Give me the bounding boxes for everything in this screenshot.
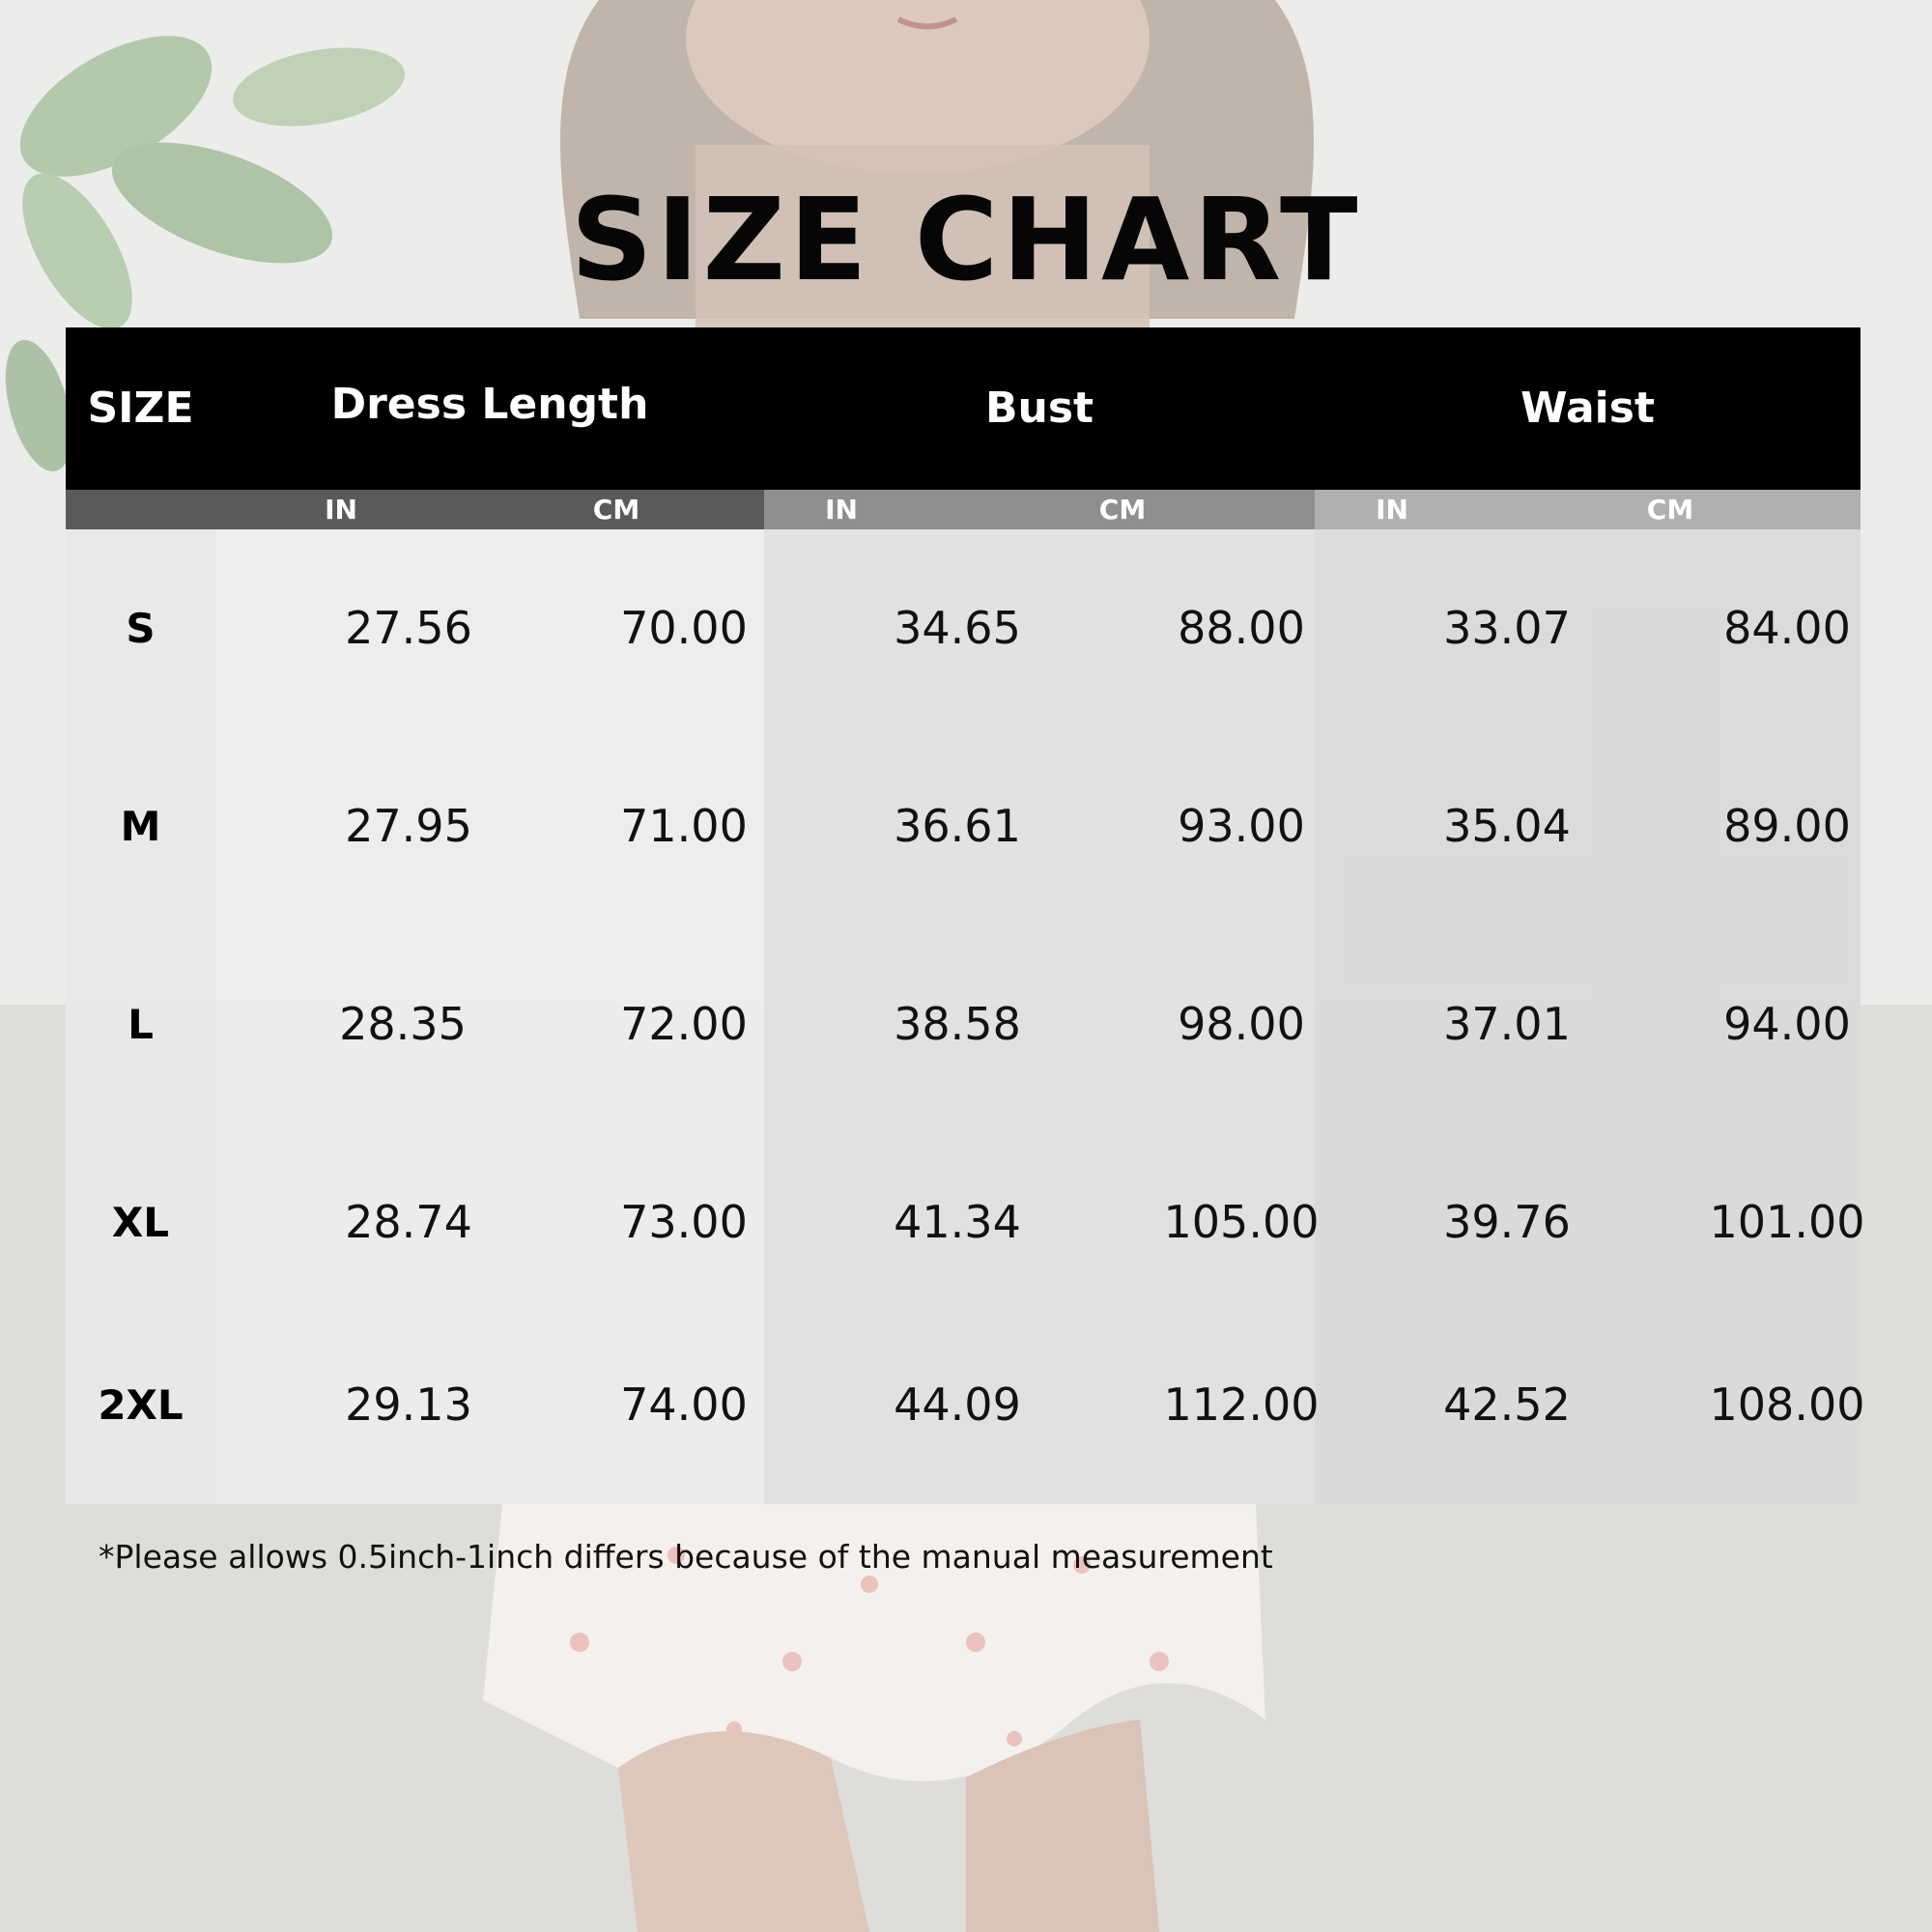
header-dress-length: Dress Length (330, 380, 649, 429)
table-cell: 101.00 (1709, 1196, 1865, 1248)
size-chart-table: SIZE Dress Length Bust Waist IN CM IN CM… (66, 327, 1864, 1504)
table-cell: 41.34 (894, 1196, 1021, 1248)
unit-label: CM (1646, 494, 1694, 526)
unit-label: CM (1098, 494, 1147, 526)
table-cell: 88.00 (1178, 602, 1305, 654)
table-cell: 94.00 (1723, 998, 1851, 1050)
table-cell: 28.74 (345, 1196, 472, 1248)
unit-label: IN (325, 494, 357, 526)
size-label: L (128, 1001, 154, 1048)
unit-row-dress: IN CM (66, 490, 764, 529)
table-cell: 42.52 (1443, 1378, 1571, 1431)
table-cell: 71.00 (620, 800, 748, 852)
page-title: SIZE CHART (570, 173, 1362, 306)
table-cell: 37.01 (1443, 998, 1571, 1050)
unit-label: IN (1376, 494, 1408, 526)
table-cell: 89.00 (1723, 800, 1851, 852)
table-cell: 74.00 (620, 1378, 748, 1431)
table-cell: 44.09 (894, 1378, 1021, 1431)
header-size: SIZE (87, 384, 194, 433)
unit-label: CM (592, 494, 640, 526)
table-cell: 73.00 (620, 1196, 748, 1248)
table-cell: 35.04 (1443, 800, 1571, 852)
table-cell: 105.00 (1163, 1196, 1320, 1248)
size-label: 2XL (98, 1381, 184, 1429)
table-cell: 93.00 (1178, 800, 1305, 852)
table-cell: 29.13 (345, 1378, 472, 1431)
table-cell: 36.61 (894, 800, 1021, 852)
table-cell: 70.00 (620, 602, 748, 654)
table-cell: 28.35 (339, 998, 467, 1050)
table-cell: 27.95 (345, 800, 472, 852)
table-cell: 38.58 (894, 998, 1021, 1050)
table-cell: 72.00 (620, 998, 748, 1050)
header-waist: Waist (1520, 384, 1655, 433)
table-cell: 84.00 (1723, 602, 1851, 654)
table-cell: 98.00 (1178, 998, 1305, 1050)
measurement-note: *Please allows 0.5inch-1inch differs bec… (99, 1538, 1273, 1576)
header-bust: Bust (984, 384, 1094, 433)
table-header: SIZE Dress Length Bust Waist (66, 327, 1861, 490)
table-cell: 27.56 (345, 602, 472, 654)
table-cell: 33.07 (1443, 602, 1571, 654)
unit-row-bust: IN CM (764, 490, 1315, 529)
table-cell: 108.00 (1709, 1378, 1865, 1431)
size-label: XL (111, 1199, 170, 1246)
table-cell: 112.00 (1163, 1378, 1320, 1431)
unit-label: IN (825, 494, 858, 526)
size-label: M (120, 803, 161, 850)
unit-row-waist: IN CM (1315, 490, 1861, 529)
table-cell: 39.76 (1443, 1196, 1571, 1248)
table-cell: 34.65 (894, 602, 1021, 654)
size-label: S (126, 605, 156, 652)
